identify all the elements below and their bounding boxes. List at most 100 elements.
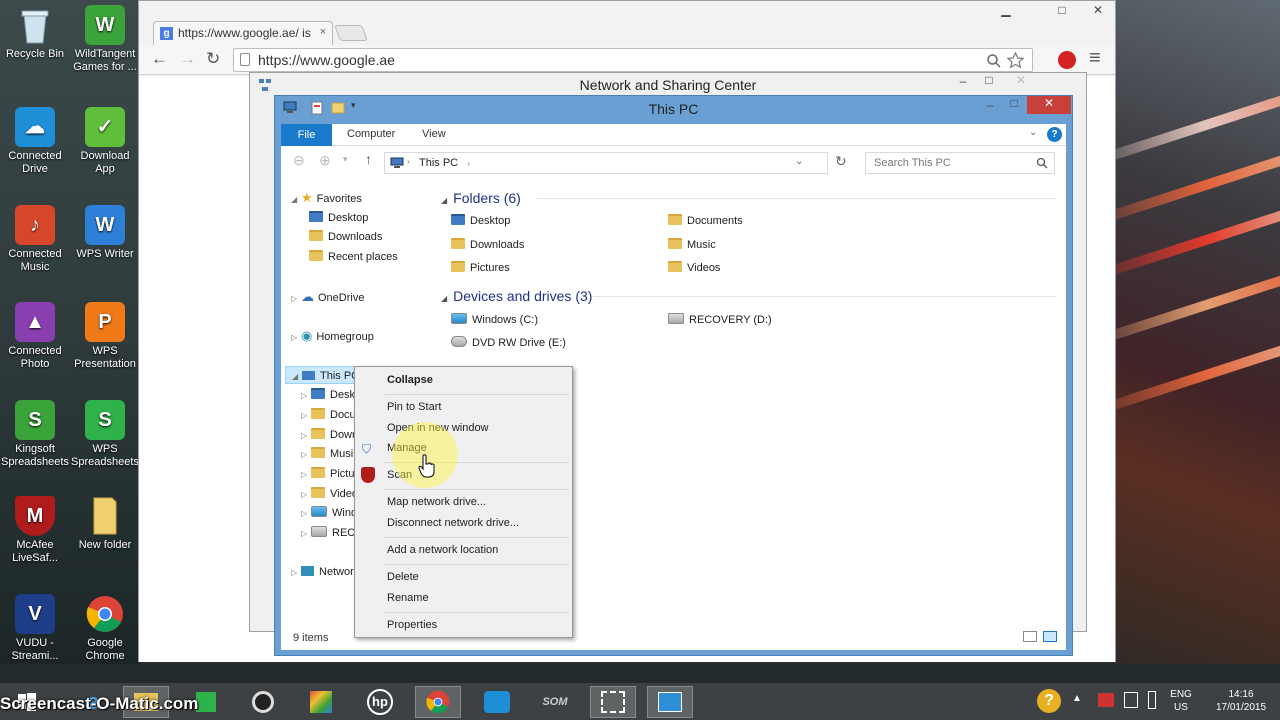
- devices-group-header[interactable]: ◢ Devices and drives (3): [441, 286, 592, 306]
- forward-arrow-icon[interactable]: →: [179, 49, 196, 69]
- nav-onedrive[interactable]: ▷ ☁ OneDrive: [291, 288, 364, 306]
- folder-item[interactable]: Music: [668, 235, 716, 255]
- menu-item-map-network-drive[interactable]: Map network drive...: [387, 493, 486, 511]
- desktop-icon-wps-spreadsheets[interactable]: S WPS Spreadsheets: [70, 400, 140, 469]
- details-view-icon[interactable]: [1023, 631, 1037, 642]
- desktop-icon-recycle-bin[interactable]: Recycle Bin: [0, 5, 70, 61]
- address-dropdown-icon[interactable]: ⌄: [795, 156, 803, 167]
- desktop-icon-download-app[interactable]: ✓ Download App: [70, 107, 140, 176]
- breadcrumb-chevron-icon[interactable]: ›: [467, 159, 470, 168]
- expand-arrow-icon[interactable]: ▷: [301, 387, 311, 404]
- menu-item-properties[interactable]: Properties: [387, 616, 437, 634]
- breadcrumb-chevron-icon[interactable]: ›: [407, 157, 410, 166]
- desktop-icon-new-folder[interactable]: New folder: [70, 496, 140, 552]
- nav-pc-item[interactable]: ▷ Pictu: [301, 465, 357, 483]
- refresh-icon[interactable]: ↻: [835, 153, 847, 170]
- desktop-icon-kingsoft-spreadsheets[interactable]: S Kingsoft Spreadsheets: [0, 400, 70, 469]
- expand-ribbon-chevron-icon[interactable]: ⌄: [1029, 127, 1037, 138]
- collapse-arrow-icon[interactable]: ◢: [292, 368, 302, 383]
- nav-item-downloads[interactable]: Downloads: [309, 228, 382, 246]
- new-tab-button[interactable]: [334, 25, 368, 41]
- nav-pc-item[interactable]: ▷ Musi: [301, 445, 357, 463]
- folder-item[interactable]: Documents: [668, 211, 743, 231]
- nav-favorites[interactable]: ◢ ★ Favorites: [291, 189, 362, 207]
- minimize-button[interactable]: –: [950, 74, 976, 92]
- maximize-button[interactable]: □: [1001, 96, 1027, 114]
- folder-item[interactable]: Desktop: [451, 211, 510, 231]
- taskbar-capture-tool[interactable]: [590, 686, 636, 718]
- back-arrow-icon[interactable]: ←: [151, 49, 168, 69]
- nav-pc-item[interactable]: ▷ Deskt: [301, 386, 357, 404]
- expand-arrow-icon[interactable]: ▷: [301, 505, 311, 522]
- maximize-button[interactable]: □: [976, 73, 1002, 91]
- search-icon[interactable]: [1036, 157, 1048, 169]
- drive-item[interactable]: RECOVERY (D:): [668, 310, 772, 330]
- menu-item-disconnect-network-drive[interactable]: Disconnect network drive...: [387, 514, 519, 532]
- taskbar-hp[interactable]: hp: [357, 686, 403, 718]
- drive-item[interactable]: Windows (C:): [451, 310, 538, 330]
- collapse-arrow-icon[interactable]: ◢: [441, 196, 447, 205]
- taskbar-screencast-recorder[interactable]: SOM: [532, 686, 578, 718]
- menu-icon[interactable]: ≡: [1089, 47, 1101, 70]
- expand-arrow-icon[interactable]: ▷: [301, 427, 311, 444]
- nav-item-desktop[interactable]: Desktop: [309, 209, 368, 227]
- help-icon[interactable]: ?: [1047, 127, 1062, 142]
- minimize-button[interactable]: ▁: [993, 3, 1019, 21]
- expand-arrow-icon[interactable]: ▷: [291, 564, 301, 581]
- close-window-button[interactable]: ✕: [1027, 96, 1071, 114]
- folder-item[interactable]: Downloads: [451, 235, 524, 255]
- folder-item[interactable]: Videos: [668, 258, 720, 278]
- nav-homegroup[interactable]: ▷ ◉ Homegroup: [291, 327, 374, 345]
- desktop-icon-google-chrome[interactable]: Google Chrome: [70, 594, 140, 663]
- flag-icon[interactable]: [1098, 693, 1114, 707]
- tab-computer[interactable]: Computer: [347, 128, 395, 140]
- folder-item[interactable]: Pictures: [451, 258, 510, 278]
- close-tab-icon[interactable]: ×: [320, 26, 326, 38]
- taskbar-media-player[interactable]: [240, 686, 286, 718]
- menu-item-delete[interactable]: Delete: [387, 568, 419, 586]
- expand-arrow-icon[interactable]: ▷: [291, 329, 301, 345]
- expand-arrow-icon[interactable]: ▷: [301, 466, 311, 483]
- large-icons-view-icon[interactable]: [1043, 631, 1057, 642]
- collapse-arrow-icon[interactable]: ◢: [441, 294, 447, 303]
- expand-arrow-icon[interactable]: ▷: [301, 407, 311, 424]
- menu-item-collapse[interactable]: Collapse: [387, 371, 433, 389]
- back-arrow-icon[interactable]: ⊖: [293, 152, 305, 169]
- taskbar-app[interactable]: [298, 686, 344, 718]
- address-bar[interactable]: › This PC › ⌄: [384, 152, 828, 174]
- desktop-icon-connected-photo[interactable]: ▲ Connected Photo: [0, 302, 70, 371]
- minimize-button[interactable]: –: [977, 98, 1003, 116]
- menu-item-rename[interactable]: Rename: [387, 589, 429, 607]
- tray-expand-icon[interactable]: ▲: [1072, 693, 1082, 704]
- nav-item-recent-places[interactable]: Recent places: [309, 248, 398, 266]
- close-window-button[interactable]: ✕: [1085, 3, 1111, 21]
- desktop-icon-wildtangent[interactable]: W WildTangent Games for ...: [70, 5, 140, 74]
- taskbar-network-center[interactable]: [647, 686, 693, 718]
- desktop-icon-connected-music[interactable]: ♪ Connected Music: [0, 205, 70, 274]
- help-tray-icon[interactable]: ?: [1037, 689, 1061, 713]
- up-arrow-icon[interactable]: ↑: [365, 151, 372, 167]
- expand-arrow-icon[interactable]: ▷: [301, 486, 311, 503]
- language-indicator[interactable]: ENG US: [1166, 688, 1196, 714]
- search-input[interactable]: Search This PC: [865, 152, 1055, 174]
- nav-pc-item[interactable]: ▷ Video: [301, 485, 357, 503]
- drive-item[interactable]: DVD RW Drive (E:): [451, 333, 566, 353]
- address-bar[interactable]: https://www.google.ae: [233, 48, 1033, 72]
- folders-group-header[interactable]: ◢ Folders (6): [441, 188, 521, 208]
- desktop-icon-wps-presentation[interactable]: P WPS Presentation: [70, 302, 140, 371]
- menu-item-pin-to-start[interactable]: Pin to Start: [387, 398, 441, 416]
- network-tray-icon[interactable]: [1124, 692, 1138, 708]
- maximize-button[interactable]: □: [1049, 3, 1075, 21]
- recent-locations-chevron-icon[interactable]: ▾: [343, 154, 348, 165]
- bookmark-star-icon[interactable]: [1007, 52, 1024, 69]
- nav-pc-item[interactable]: ▷RECO: [301, 524, 357, 542]
- close-window-button[interactable]: ✕: [1008, 73, 1034, 91]
- reload-icon[interactable]: ↻: [206, 49, 220, 69]
- desktop-icon-wps-writer[interactable]: W WPS Writer: [70, 205, 140, 261]
- menu-item-add-network-location[interactable]: Add a network location: [387, 541, 498, 559]
- expand-arrow-icon[interactable]: ▷: [301, 446, 311, 463]
- tab-file[interactable]: File: [281, 124, 332, 146]
- taskbar-connected-drive[interactable]: [474, 686, 520, 718]
- nav-network[interactable]: ▷ Networ: [291, 563, 357, 581]
- clock[interactable]: 14:16 17/01/2015: [1206, 688, 1276, 714]
